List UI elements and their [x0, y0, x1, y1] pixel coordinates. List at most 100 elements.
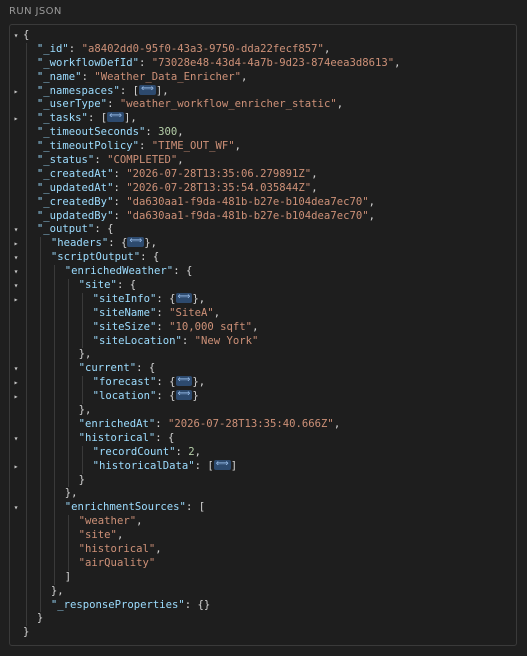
ellipsis-fold-icon[interactable]: ⟺ [213, 459, 231, 470]
indent-guide [53, 306, 55, 321]
json-line-content: "historical", [79, 543, 162, 557]
json-line: "_responseProperties": {} [10, 598, 516, 613]
json-key: "_workflowDefId" [36, 56, 139, 69]
json-punctuation: , [336, 98, 344, 111]
json-line-content: "_status": "COMPLETED", [37, 154, 184, 168]
json-key: "_responseProperties" [50, 598, 185, 611]
chevron-right-icon[interactable]: ▸ [10, 85, 22, 99]
indent-guide [26, 529, 27, 543]
json-punctuation: }, [78, 404, 92, 417]
json-line-content: "_id": "a8402dd0-95f0-43a3-9750-dda22fec… [37, 43, 330, 57]
json-line: ▾ "enrichedWeather": { [10, 265, 516, 280]
json-line: ▸ "location": {⟺} [10, 390, 516, 405]
indent-guide [26, 362, 27, 377]
json-line-content: }, [79, 348, 92, 362]
indent-guide [39, 265, 41, 280]
chevron-down-icon[interactable]: ▾ [10, 432, 22, 446]
indent-guide [53, 570, 55, 585]
json-punctuation: , [136, 515, 143, 528]
ellipsis-fold-icon[interactable]: ⟺ [175, 376, 193, 387]
indent-guide [53, 279, 55, 293]
json-line: } [10, 626, 516, 640]
chevron-right-icon[interactable]: ▸ [10, 376, 22, 390]
json-key: "_updatedBy" [36, 209, 114, 222]
json-key: "_namespaces" [36, 84, 120, 97]
indent-guide [39, 584, 41, 599]
ellipsis-fold-icon[interactable]: ⟺ [175, 292, 193, 303]
indent-guide [26, 251, 27, 266]
json-string: "COMPLETED" [107, 154, 178, 167]
indent-guide [67, 306, 69, 321]
chevron-right-icon[interactable]: ▸ [10, 390, 22, 404]
json-line: "airQuality" [10, 556, 516, 571]
indent-guide [26, 334, 27, 349]
json-punctuation: : { [156, 376, 176, 389]
json-punctuation: , [311, 167, 318, 180]
chevron-down-icon[interactable]: ▾ [10, 251, 22, 265]
json-key: "enrichedWeather" [64, 265, 174, 278]
ellipsis-fold-icon[interactable]: ⟺ [127, 237, 145, 248]
json-punctuation: }, [64, 487, 78, 500]
ellipsis-fold-icon[interactable]: ⟺ [138, 84, 156, 95]
indent-guide [26, 487, 27, 502]
json-line-content: "_timeoutPolicy": "TIME_OUT_WF", [37, 140, 241, 154]
json-punctuation: : [113, 167, 127, 180]
indent-guide [53, 390, 55, 405]
indent-guide [53, 431, 55, 446]
chevron-down-icon[interactable]: ▾ [10, 279, 22, 293]
json-punctuation: : [68, 42, 82, 55]
indent-guide [81, 334, 83, 349]
chevron-down-icon[interactable]: ▾ [10, 29, 22, 43]
indent-guide [39, 529, 41, 543]
indent-guide [26, 431, 27, 446]
json-line-content: "headers": {⟺}, [51, 237, 157, 251]
indent-guide [53, 320, 55, 335]
indent-guide [39, 556, 41, 571]
json-key: "_id" [36, 42, 69, 55]
chevron-right-icon[interactable]: ▸ [10, 460, 22, 474]
json-line: "_userType": "weather_workflow_enricher_… [10, 98, 516, 113]
json-line-content: "_workflowDefId": "73028e48-43d4-4a7b-9d… [37, 57, 401, 71]
indent-guide [26, 515, 27, 530]
chevron-down-icon[interactable]: ▾ [10, 223, 22, 237]
json-punctuation: ] [64, 570, 72, 583]
indent-guide [26, 98, 27, 113]
indent-guide [26, 320, 27, 335]
indent-guide [26, 445, 27, 460]
json-key: "scriptOutput" [50, 251, 141, 264]
json-viewer[interactable]: ▾{"_id": "a8402dd0-95f0-43a3-9750-dda22f… [9, 24, 517, 646]
chevron-down-icon[interactable]: ▾ [10, 265, 22, 279]
json-punctuation: , [333, 417, 341, 430]
indent-guide [26, 556, 27, 571]
json-key: "forecast" [92, 376, 157, 389]
json-line-content: "_output": { [37, 223, 114, 237]
chevron-down-icon[interactable]: ▾ [10, 501, 22, 515]
json-line: "siteLocation": "New York" [10, 334, 516, 349]
json-punctuation: , [177, 154, 184, 167]
indent-guide [26, 126, 27, 141]
panel-title: RUN JSON [9, 6, 62, 17]
indent-guide [81, 390, 83, 405]
chevron-right-icon[interactable]: ▸ [10, 237, 22, 251]
indent-guide [67, 292, 69, 307]
indent-guide [26, 390, 27, 405]
json-line: ▸ "headers": {⟺}, [10, 237, 516, 252]
json-line: ▾ "_output": { [10, 223, 516, 238]
chevron-right-icon[interactable]: ▸ [10, 112, 22, 126]
json-punctuation: : [ [185, 501, 206, 514]
json-line: } [10, 612, 516, 627]
indent-guide [39, 279, 41, 293]
json-punctuation: } [192, 390, 199, 403]
ellipsis-fold-icon[interactable]: ⟺ [107, 112, 124, 123]
chevron-right-icon[interactable]: ▸ [10, 293, 22, 307]
json-string: "da630aa1-f9da-481b-b27e-b104dea7ec70" [126, 209, 369, 222]
indent-guide [39, 417, 41, 432]
indent-guide [53, 542, 55, 557]
indent-guide [26, 542, 27, 557]
json-key: "_output" [36, 223, 95, 236]
ellipsis-fold-icon[interactable]: ⟺ [175, 390, 193, 401]
json-key: "_timeoutPolicy" [36, 140, 139, 153]
json-key: "_name" [36, 70, 82, 83]
indent-guide [26, 570, 27, 585]
chevron-down-icon[interactable]: ▾ [10, 362, 22, 376]
